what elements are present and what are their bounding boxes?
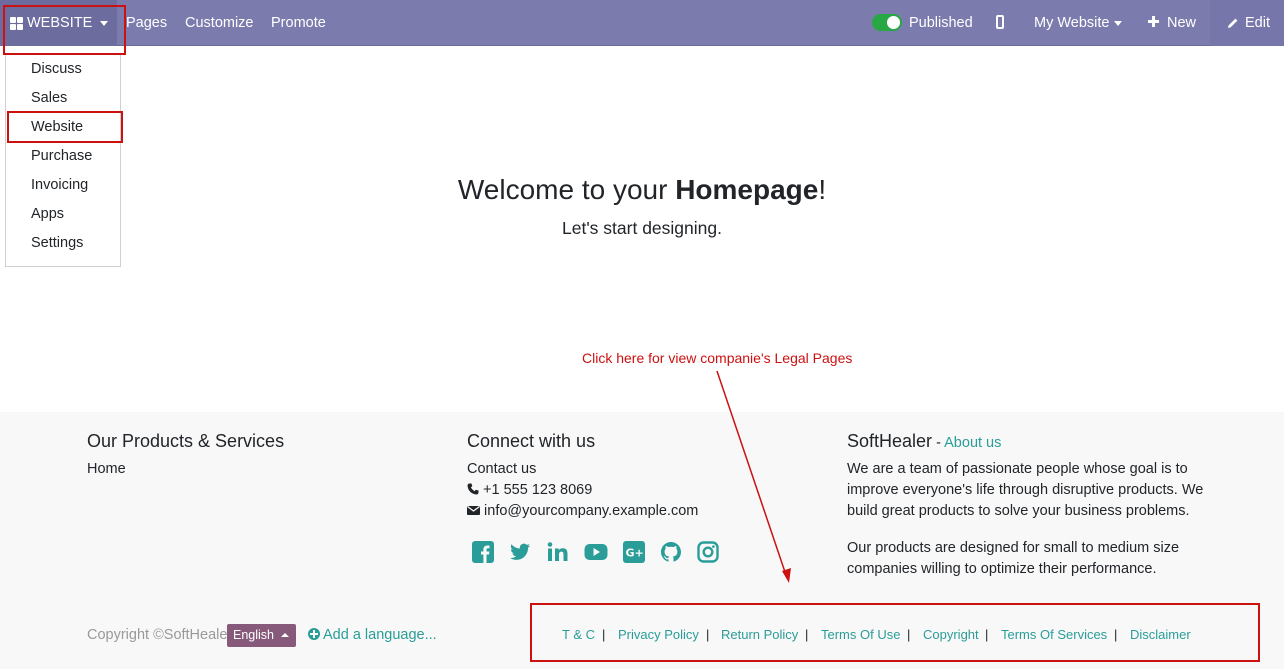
facebook-icon[interactable] — [472, 541, 494, 563]
pencil-icon — [1228, 18, 1238, 28]
svg-text:G+: G+ — [626, 547, 644, 560]
email-line: info@yourcompany.example.com — [467, 501, 698, 522]
hero-title-prefix: Welcome to your — [457, 174, 676, 205]
phone-icon — [467, 483, 479, 495]
linkedin-icon[interactable] — [547, 541, 569, 563]
nav-customize[interactable]: Customize — [185, 15, 254, 31]
website-selector[interactable]: My Website — [1034, 15, 1123, 31]
highlight-website-item — [7, 111, 123, 143]
caret-down-icon — [1114, 20, 1123, 26]
youtube-icon[interactable] — [584, 541, 608, 563]
annotation-callout: Click here for view companie's Legal Pag… — [582, 350, 853, 366]
mobile-preview-icon[interactable] — [996, 15, 1004, 29]
add-language-link[interactable]: Add a language... — [308, 627, 437, 643]
edit-label[interactable]: Edit — [1245, 15, 1270, 31]
contact-us-link[interactable]: Contact us — [467, 459, 536, 480]
new-button[interactable]: New — [1167, 15, 1196, 31]
title-separator: - — [932, 435, 945, 451]
plus-circle-icon — [308, 628, 320, 640]
email-address: info@yourcompany.example.com — [484, 503, 699, 519]
language-selector[interactable]: English — [227, 624, 296, 647]
phone-line: +1 555 123 8069 — [467, 480, 592, 501]
highlight-app-menu — [3, 5, 126, 55]
published-toggle[interactable] — [872, 14, 902, 31]
hero-title: Welcome to your Homepage! — [0, 174, 1284, 206]
about-paragraph-1: We are a team of passionate people whose… — [847, 461, 1204, 519]
hero-subtitle: Let's start designing. — [562, 218, 722, 238]
twitter-icon[interactable] — [509, 541, 531, 563]
language-label: English — [233, 628, 274, 642]
annotation-arrow-icon — [716, 370, 791, 583]
hero-title-bold: Homepage — [675, 174, 819, 205]
nav-promote[interactable]: Promote — [271, 15, 326, 31]
products-title: Our Products & Services — [87, 431, 285, 451]
envelope-icon — [467, 506, 480, 515]
menu-item-purchase[interactable]: Purchase — [31, 148, 92, 164]
menu-item-sales[interactable]: Sales — [31, 90, 67, 106]
add-language-label: Add a language... — [323, 627, 437, 643]
website-navbar: WEBSITE Pages Customize Promote Publishe… — [0, 0, 1284, 46]
published-label[interactable]: Published — [909, 15, 973, 31]
menu-item-discuss[interactable]: Discuss — [31, 61, 82, 77]
website-selector-label: My Website — [1034, 15, 1110, 31]
copyright-text: Copyright ©SoftHealer — [87, 627, 233, 643]
about-us-link[interactable]: About us — [944, 435, 1001, 451]
nav-pages[interactable]: Pages — [126, 15, 167, 31]
about-title: SoftHealer - About us — [847, 431, 1001, 452]
home-link[interactable]: Home — [87, 459, 126, 480]
highlight-legal-links — [530, 603, 1260, 662]
hero-title-suffix: ! — [818, 174, 827, 205]
about-paragraph-2: Our products are designed for small to m… — [847, 540, 1180, 577]
google-plus-icon[interactable]: G+ — [623, 541, 645, 563]
github-icon[interactable] — [660, 541, 682, 563]
caret-up-icon — [281, 633, 289, 637]
connect-title: Connect with us — [467, 431, 596, 451]
phone-number: +1 555 123 8069 — [483, 482, 593, 498]
company-name: SoftHealer — [847, 431, 933, 451]
plus-icon — [1148, 16, 1159, 27]
